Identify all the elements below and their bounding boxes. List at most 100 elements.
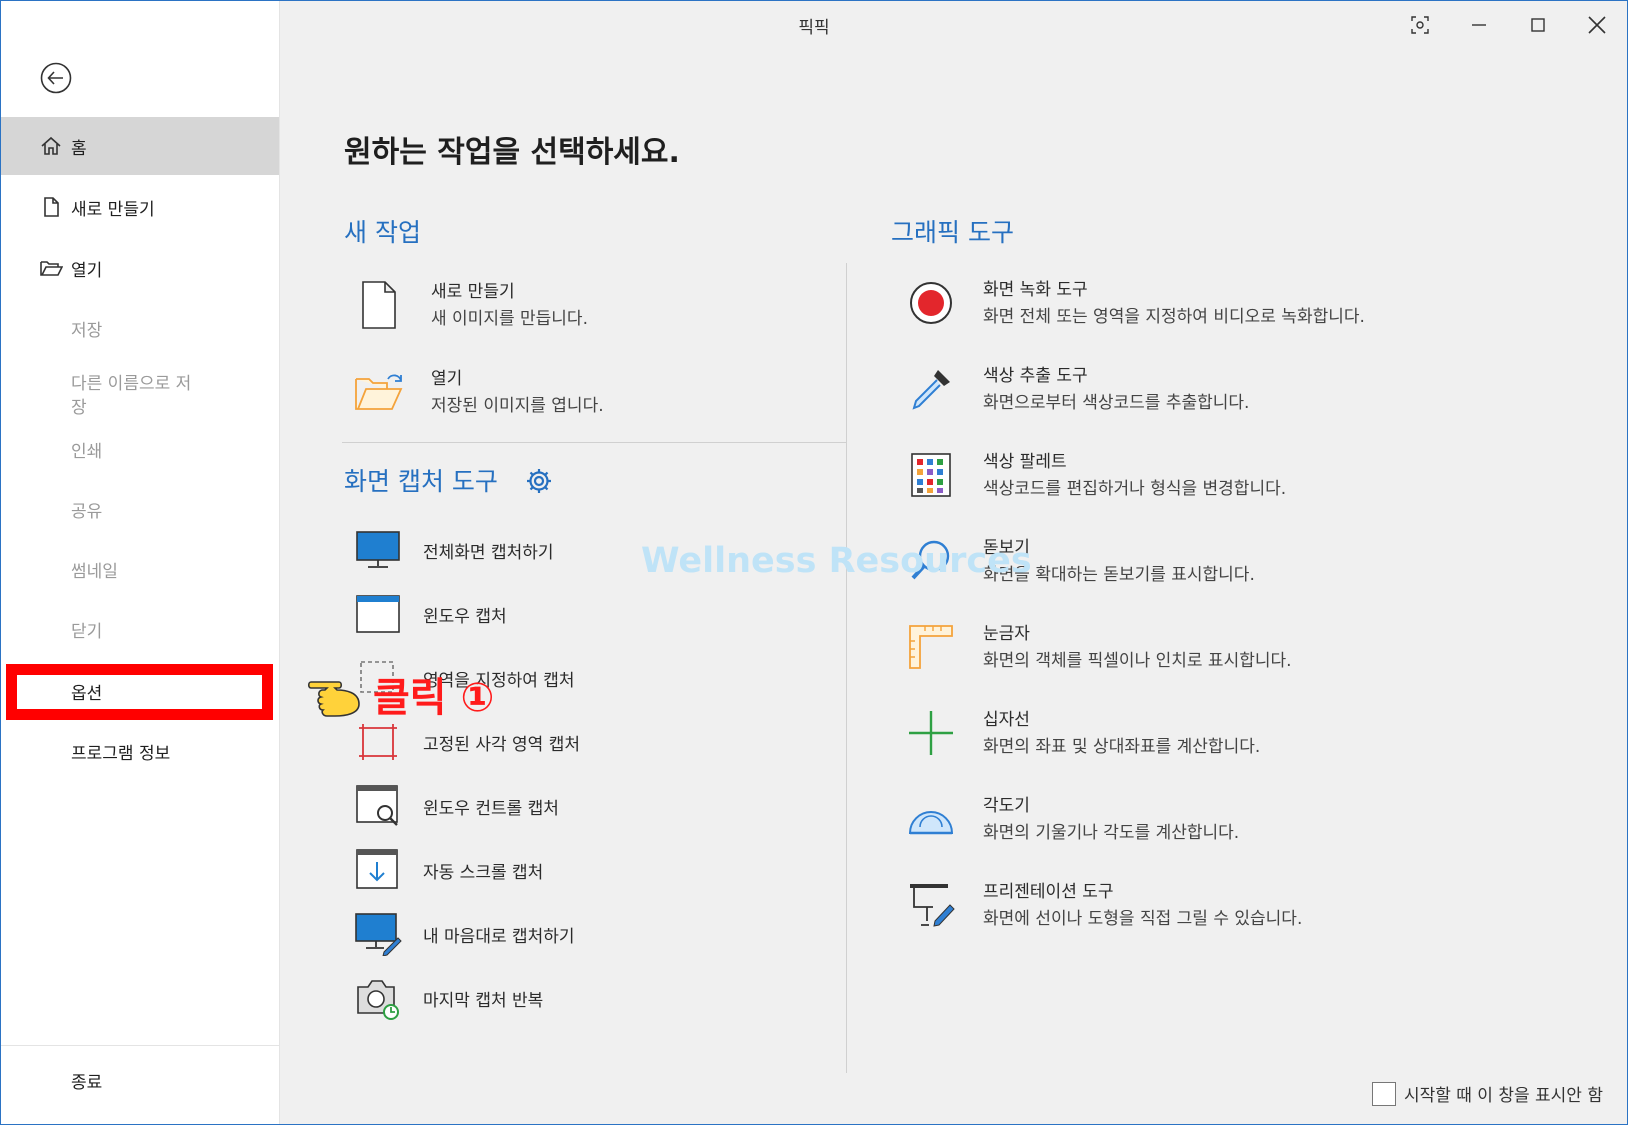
back-button[interactable]	[39, 61, 73, 95]
crosshair-item[interactable]: 십자선 화면의 좌표 및 상대좌표를 계산합니다.	[905, 707, 1260, 761]
protractor-icon	[905, 793, 957, 845]
item-description: 화면으로부터 색상코드를 추출합니다.	[983, 393, 1250, 413]
scroll-down-icon	[353, 847, 403, 893]
item-description: 색상코드를 편집하거나 형식을 변경합니다.	[983, 479, 1287, 499]
item-title: 눈금자	[983, 624, 1030, 644]
item-title: 화면 녹화 도구	[983, 280, 1088, 300]
item-description: 화면에 선이나 도형을 직접 그릴 수 있습니다.	[983, 909, 1303, 929]
sidebar-item-print[interactable]: 인쇄	[1, 420, 279, 478]
sidebar-item-label: 열기	[71, 260, 103, 281]
item-description: 화면의 좌표 및 상대좌표를 계산합니다.	[983, 737, 1261, 757]
capture-window-item[interactable]: 윈도우 캡처	[353, 591, 507, 637]
eyedropper-icon	[905, 363, 957, 415]
sidebar-divider	[1, 1045, 279, 1046]
app-window: 홈 새로 만들기 열기 저장 다른 이름으로 저 장 인쇄 공유 썸네일 닫기 …	[0, 0, 1628, 1125]
new-image-item[interactable]: 새로 만들기 새 이미지를 만듭니다.	[353, 279, 588, 333]
startup-option[interactable]: 시작할 때 이 창을 표시안 함	[1371, 1081, 1603, 1106]
maximize-icon	[1531, 18, 1545, 32]
sidebar-item-thumbnail[interactable]: 썸네일	[1, 540, 279, 598]
new-document-icon	[353, 279, 405, 331]
sidebar-item-label: 저장	[71, 320, 103, 341]
home-icon	[39, 134, 63, 158]
item-description: 화면의 객체를 픽셀이나 인치로 표시합니다.	[983, 651, 1292, 671]
sidebar-item-share[interactable]: 공유	[1, 480, 279, 538]
close-icon	[1588, 16, 1606, 34]
item-title: 돋보기	[983, 538, 1030, 558]
item-description: 화면 전체 또는 영역을 지정하여 비디오로 녹화합니다.	[983, 307, 1365, 327]
close-button[interactable]	[1573, 9, 1621, 41]
fixed-region-icon	[353, 719, 403, 765]
capture-fixed-region-item[interactable]: 고정된 사각 영역 캡처	[353, 719, 580, 765]
presentation-item[interactable]: 프리젠테이션 도구 화면에 선이나 도형을 직접 그릴 수 있습니다.	[905, 879, 1302, 933]
sidebar-item-about[interactable]: 프로그램 정보	[1, 722, 279, 780]
camera-repeat-icon	[353, 975, 403, 1021]
capture-item-label: 윈도우 컨트롤 캡처	[423, 798, 559, 819]
capture-region-item[interactable]: 영역을 지정하여 캡처	[353, 655, 575, 701]
open-folder-icon	[353, 366, 405, 418]
document-icon	[39, 195, 63, 219]
sidebar-item-exit[interactable]: 종료	[1, 1051, 279, 1109]
protractor-item[interactable]: 각도기 화면의 기울기나 각도를 계산합니다.	[905, 793, 1239, 847]
screen-recorder-item[interactable]: 화면 녹화 도구 화면 전체 또는 영역을 지정하여 비디오로 녹화합니다.	[905, 277, 1365, 331]
sidebar-item-save[interactable]: 저장	[1, 299, 279, 357]
item-title: 각도기	[983, 796, 1030, 816]
open-image-item[interactable]: 열기 저장된 이미지를 엽니다.	[353, 366, 604, 420]
startup-label: 시작할 때 이 창을 표시안 함	[1403, 1086, 1603, 1106]
item-description: 화면의 기울기나 각도를 계산합니다.	[983, 823, 1240, 843]
minimize-button[interactable]	[1455, 9, 1503, 41]
item-description: 새 이미지를 만듭니다.	[431, 309, 588, 329]
sidebar-item-label: 다른 이름으로 저 장	[71, 374, 192, 418]
capture-fullscreen-item[interactable]: 전체화면 캡처하기	[353, 527, 554, 573]
item-title: 새로 만들기	[431, 282, 515, 302]
sidebar-item-label: 종료	[71, 1072, 103, 1093]
sidebar-item-label: 인쇄	[71, 441, 103, 462]
magnifier-item[interactable]: 돋보기 화면을 확대하는 돋보기를 표시합니다.	[905, 535, 1255, 589]
sidebar-item-label: 새로 만들기	[71, 199, 155, 220]
region-select-icon	[353, 655, 403, 701]
sidebar-item-close[interactable]: 닫기	[1, 600, 279, 658]
back-arrow-icon	[40, 62, 72, 94]
capture-item-label: 자동 스크롤 캡처	[423, 862, 544, 883]
capture-window-button[interactable]	[1396, 9, 1444, 41]
color-picker-item[interactable]: 색상 추출 도구 화면으로부터 색상코드를 추출합니다.	[905, 363, 1249, 417]
sidebar: 홈 새로 만들기 열기 저장 다른 이름으로 저 장 인쇄 공유 썸네일 닫기 …	[1, 1, 280, 1124]
graphic-tools-header: 그래픽 도구	[891, 218, 1014, 247]
item-title: 색상 팔레트	[983, 452, 1067, 472]
capture-settings-button[interactable]	[525, 467, 553, 499]
section-divider	[342, 442, 846, 443]
sidebar-item-open[interactable]: 열기	[1, 239, 279, 297]
maximize-button[interactable]	[1514, 9, 1562, 41]
window-search-icon	[353, 783, 403, 829]
item-description: 저장된 이미지를 엽니다.	[431, 396, 604, 416]
sidebar-item-label: 옵션	[71, 683, 103, 704]
gear-icon	[527, 469, 551, 493]
window-icon	[353, 591, 403, 637]
color-palette-item[interactable]: 색상 팔레트 색상코드를 편집하거나 형식을 변경합니다.	[905, 449, 1286, 503]
startup-checkbox[interactable]	[1371, 1081, 1396, 1106]
page-title: 원하는 작업을 선택하세요.	[344, 135, 680, 170]
presentation-board-icon	[905, 879, 957, 931]
sidebar-item-new[interactable]: 새로 만들기	[1, 178, 279, 236]
capture-repeat-item[interactable]: 마지막 캡처 반복	[353, 975, 543, 1021]
capture-auto-scroll-item[interactable]: 자동 스크롤 캡처	[353, 847, 543, 893]
record-icon	[905, 277, 957, 329]
window-title: 픽픽	[798, 18, 830, 38]
sidebar-item-home[interactable]: 홈	[1, 117, 279, 175]
column-divider	[846, 263, 847, 1073]
monitor-pen-icon	[353, 911, 403, 957]
sidebar-item-label: 홈	[71, 138, 87, 159]
capture-item-label: 마지막 캡처 반복	[423, 990, 544, 1011]
minimize-icon	[1472, 24, 1486, 26]
capture-tools-header: 화면 캡처 도구	[344, 462, 498, 498]
crosshair-icon	[905, 707, 957, 759]
item-title: 열기	[431, 369, 463, 389]
sidebar-item-options[interactable]: 옵션	[1, 662, 279, 720]
item-title: 십자선	[983, 710, 1030, 730]
capture-item-label: 고정된 사각 영역 캡처	[423, 734, 580, 755]
ruler-item[interactable]: 눈금자 화면의 객체를 픽셀이나 인치로 표시합니다.	[905, 621, 1292, 675]
screenshot-icon	[1411, 16, 1429, 34]
capture-freeform-item[interactable]: 내 마음대로 캡처하기	[353, 911, 575, 957]
sidebar-item-label: 공유	[71, 501, 103, 522]
folder-open-icon	[39, 256, 63, 280]
capture-window-control-item[interactable]: 윈도우 컨트롤 캡처	[353, 783, 559, 829]
